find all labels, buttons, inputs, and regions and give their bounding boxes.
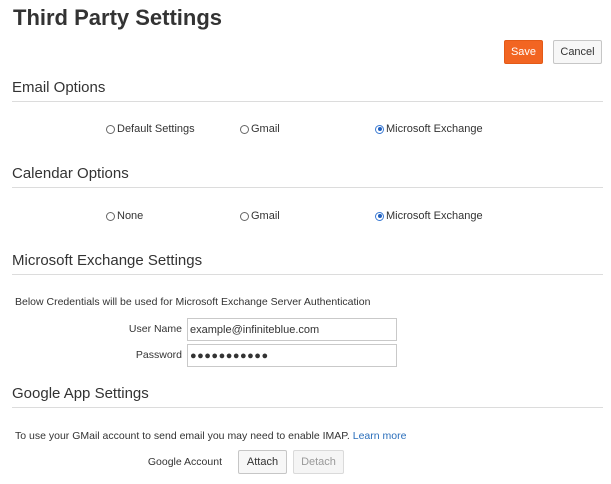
exchange-settings-divider	[12, 274, 603, 275]
email-options-title: Email Options	[12, 79, 106, 96]
calendar-option-gmail[interactable]: Gmail	[240, 209, 280, 223]
cancel-button[interactable]: Cancel	[553, 40, 602, 64]
radio-checked-icon[interactable]	[375, 211, 384, 221]
calendar-option-label: None	[117, 210, 144, 222]
google-settings-divider	[12, 407, 603, 408]
radio-unchecked-icon[interactable]	[240, 124, 249, 134]
save-button[interactable]: Save	[504, 40, 543, 64]
email-option-label: Gmail	[251, 123, 280, 135]
radio-unchecked-icon[interactable]	[240, 211, 249, 221]
calendar-option-microsoft-exchange[interactable]: Microsoft Exchange	[375, 209, 483, 223]
username-input[interactable]: example@infiniteblue.com	[187, 318, 397, 341]
email-option-label: Microsoft Exchange	[386, 123, 483, 135]
google-imap-note-text: To use your GMail account to send email …	[15, 430, 350, 442]
calendar-option-label: Microsoft Exchange	[386, 210, 483, 222]
calendar-option-none[interactable]: None	[106, 209, 143, 223]
password-input[interactable]: ●●●●●●●●●●●	[187, 344, 397, 367]
exchange-credentials-note: Below Credentials will be used for Micro…	[15, 296, 371, 308]
calendar-option-label: Gmail	[251, 210, 280, 222]
email-option-label: Default Settings	[117, 123, 195, 135]
calendar-options-divider	[12, 187, 603, 188]
email-option-microsoft-exchange[interactable]: Microsoft Exchange	[375, 122, 483, 136]
google-imap-note: To use your GMail account to send email …	[15, 430, 406, 442]
email-options-divider	[12, 101, 603, 102]
username-label: User Name	[128, 323, 182, 335]
detach-button[interactable]: Detach	[293, 450, 344, 474]
google-settings-title: Google App Settings	[12, 385, 149, 402]
radio-checked-icon[interactable]	[375, 124, 384, 134]
email-option-default-settings[interactable]: Default Settings	[106, 122, 195, 136]
exchange-settings-title: Microsoft Exchange Settings	[12, 252, 203, 269]
radio-unchecked-icon[interactable]	[106, 211, 115, 221]
page-title: Third Party Settings	[13, 5, 223, 30]
email-option-gmail[interactable]: Gmail	[240, 122, 280, 136]
password-label: Password	[135, 349, 182, 361]
attach-button[interactable]: Attach	[238, 450, 287, 474]
calendar-options-title: Calendar Options	[12, 165, 129, 182]
google-account-label: Google Account	[147, 456, 222, 468]
learn-more-link[interactable]: Learn more	[353, 430, 407, 442]
radio-unchecked-icon[interactable]	[106, 124, 115, 134]
